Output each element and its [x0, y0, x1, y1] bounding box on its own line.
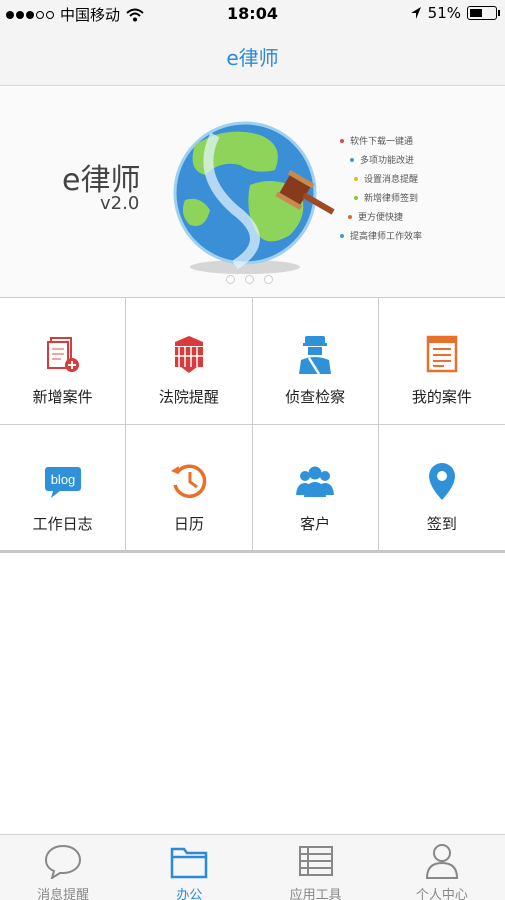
location-pin-icon: [428, 463, 455, 500]
feature-item: 提高律师工作效率: [340, 226, 422, 245]
calendar-history-icon: [170, 464, 207, 498]
grid-item-investigation[interactable]: 侦查检察: [252, 298, 379, 425]
grid-item-label: 我的案件: [411, 388, 472, 406]
tab-label: 应用工具: [289, 888, 342, 900]
grid-item-label: 工作日志: [32, 515, 93, 533]
grid-item-new-case[interactable]: 新增案件: [0, 298, 127, 425]
feature-item: 更方便快捷: [340, 207, 422, 226]
grid-item-label: 侦查检察: [285, 388, 346, 406]
grid-item-label: 签到: [426, 515, 457, 533]
page-dot[interactable]: [226, 275, 235, 284]
status-bar: 中国移动 18:04 51%: [0, 0, 505, 28]
tab-tools[interactable]: 应用工具: [253, 835, 379, 900]
globe-gavel-illustration: [173, 121, 335, 274]
battery-percent: 51%: [427, 4, 461, 22]
grid-item-label: 新增案件: [32, 388, 93, 406]
tab-label: 个人中心: [415, 888, 468, 900]
tab-messages[interactable]: 消息提醒: [0, 835, 126, 900]
grid-item-label: 日历: [173, 515, 204, 533]
grid-item-clients[interactable]: 客户: [253, 425, 379, 551]
nav-bar: e律师: [0, 28, 505, 86]
banner-carousel[interactable]: e律师 v2.0 软件下载一键通 多项功能改进 设置消息提醒 新增律师签到 更方…: [0, 87, 505, 297]
feature-item: 新增律师签到: [340, 188, 422, 207]
grid-item-check-in[interactable]: 签到: [379, 425, 505, 551]
my-cases-icon: [426, 335, 458, 373]
grid-item-my-cases[interactable]: 我的案件: [378, 298, 505, 425]
blog-icon: blog: [44, 467, 81, 498]
page-dot[interactable]: [264, 275, 273, 284]
feature-item: 软件下载一键通: [340, 131, 422, 150]
investigation-icon: [299, 336, 332, 374]
chat-bubble-icon: [45, 844, 82, 879]
feature-item: 设置消息提醒: [340, 169, 422, 188]
grid-item-label: 法院提醒: [158, 388, 219, 406]
svg-text:blog: blog: [50, 472, 75, 487]
page-title: e律师: [226, 46, 279, 70]
clients-icon: [296, 466, 335, 497]
carousel-page-indicator[interactable]: [226, 275, 273, 284]
grid-item-label: 客户: [300, 515, 331, 533]
grid-item-calendar[interactable]: 日历: [126, 425, 253, 551]
grid-item-court-reminder[interactable]: 法院提醒: [126, 298, 253, 425]
battery-icon: [467, 6, 500, 20]
court-reminder-icon: [174, 336, 203, 373]
banner-version: v2.0: [100, 193, 140, 214]
tab-label: 办公: [176, 888, 203, 900]
grid-item-work-log[interactable]: blog 工作日志: [0, 425, 127, 551]
tab-label: 消息提醒: [37, 888, 90, 900]
page-dot[interactable]: [245, 275, 254, 284]
list-icon: [298, 846, 333, 876]
feature-list: 软件下载一键通 多项功能改进 设置消息提醒 新增律师签到 更方便快捷 提高律师工…: [340, 131, 422, 245]
new-case-icon: [46, 337, 79, 372]
folder-icon: [171, 847, 208, 879]
person-icon: [425, 844, 458, 879]
status-right: 51%: [410, 4, 500, 22]
tab-bar: 消息提醒 办公 应用工具 个人中心: [0, 834, 505, 900]
function-grid: 新增案件 法院提醒 侦查检察 我的案件 blog 工作日志 日历 客户 签到: [0, 297, 505, 553]
feature-item: 多项功能改进: [340, 150, 422, 169]
location-arrow-icon: [410, 7, 421, 19]
tab-profile[interactable]: 个人中心: [379, 835, 505, 900]
tab-office[interactable]: 办公: [126, 835, 252, 900]
